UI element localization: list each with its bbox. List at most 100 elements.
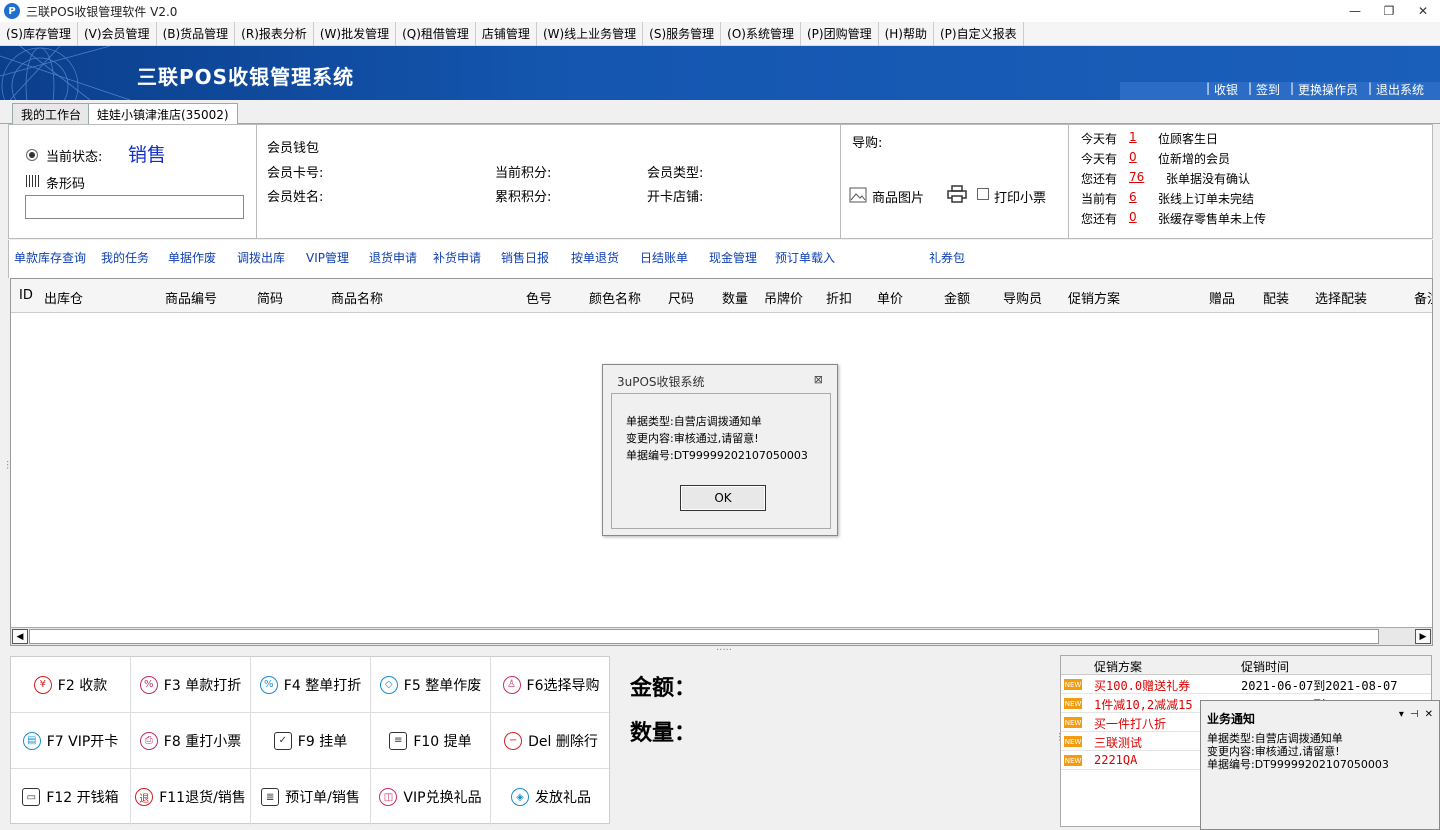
stat-new-member-count[interactable]: 0: [1129, 150, 1137, 164]
f3-item-discount-button[interactable]: % F3 单款打折: [131, 657, 251, 713]
stat-birthday-count[interactable]: 1: [1129, 130, 1137, 144]
close-window-button[interactable]: ✕: [1406, 0, 1440, 22]
menu-member[interactable]: (V)会员管理: [78, 21, 157, 46]
f4-order-discount-button[interactable]: % F4 整单打折: [251, 657, 371, 713]
menu-system[interactable]: (O)系统管理: [721, 21, 801, 46]
restore-button[interactable]: ❐: [1372, 0, 1406, 22]
f11-return-sale-button[interactable]: 退 F11退货/销售: [131, 769, 251, 825]
cashier-link[interactable]: 收银: [1200, 81, 1242, 98]
splitter-grip-icon[interactable]: ·····: [716, 645, 732, 656]
col-unit-price[interactable]: 单价: [877, 288, 903, 307]
col-tag-price[interactable]: 吊牌价: [764, 288, 803, 307]
menu-store[interactable]: 店铺管理: [476, 21, 537, 46]
link-daily-bill[interactable]: 日结账单: [640, 249, 688, 266]
dialog-ok-button[interactable]: OK: [680, 485, 766, 511]
link-return-by-doc[interactable]: 按单退货: [571, 249, 619, 266]
barcode-input[interactable]: [25, 195, 244, 219]
menu-reports[interactable]: (R)报表分析: [235, 21, 314, 46]
minimize-button[interactable]: —: [1338, 0, 1372, 22]
f8-reprint-button[interactable]: ⎙ F8 重打小票: [131, 713, 251, 769]
system-title: 三联POS收银管理系统: [137, 65, 355, 89]
col-select-kit[interactable]: 选择配装: [1315, 288, 1367, 307]
menu-help[interactable]: (H)帮助: [879, 21, 934, 46]
status-radio-icon[interactable]: [26, 149, 38, 161]
col-gift[interactable]: 赠品: [1209, 288, 1235, 307]
pin-icon[interactable]: ⊣: [1410, 709, 1419, 720]
f9-hold-button[interactable]: ✓ F9 挂单: [251, 713, 371, 769]
col-size[interactable]: 尺码: [668, 288, 694, 307]
col-warehouse[interactable]: 出库仓: [44, 288, 83, 307]
exit-system-link[interactable]: 退出系统: [1362, 81, 1428, 98]
document-icon: ≡: [389, 731, 408, 750]
menu-online[interactable]: (W)线上业务管理: [537, 21, 644, 46]
col-product-name[interactable]: 商品名称: [331, 288, 383, 307]
col-product-code[interactable]: 商品编号: [165, 288, 217, 307]
menu-groupbuy[interactable]: (P)团购管理: [801, 21, 879, 46]
col-remark[interactable]: 备注: [1414, 288, 1432, 307]
col-amount[interactable]: 金额: [944, 288, 970, 307]
menu-wholesale[interactable]: (W)批发管理: [314, 21, 397, 46]
menu-service[interactable]: (S)服务管理: [643, 21, 722, 46]
stat-cached-count[interactable]: 0: [1129, 210, 1137, 224]
switch-operator-link[interactable]: 更换操作员: [1284, 81, 1362, 98]
print-receipt-checkbox[interactable]: [977, 188, 989, 200]
dropdown-icon[interactable]: ▾: [1399, 709, 1404, 720]
vip-redeem-gift-button[interactable]: ◫ VIP兑换礼品: [371, 769, 491, 825]
link-daily-sales[interactable]: 销售日报: [501, 249, 549, 266]
link-void-doc[interactable]: 单据作废: [168, 249, 216, 266]
stat-post: 张缓存零售单未上传: [1158, 212, 1267, 226]
menu-inventory[interactable]: (S)库存管理: [0, 21, 78, 46]
f5-void-order-button[interactable]: ◇ F5 整单作废: [371, 657, 491, 713]
link-return-request[interactable]: 退货申请: [369, 249, 417, 266]
menu-rental[interactable]: (Q)租借管理: [396, 21, 476, 46]
link-load-preorder[interactable]: 预订单载入: [775, 249, 835, 266]
link-coupon-pack[interactable]: 礼券包: [929, 249, 965, 266]
f6-select-guide-button[interactable]: ♙ F6选择导购: [491, 657, 611, 713]
col-qty[interactable]: 数量: [722, 288, 748, 307]
f10-retrieve-button[interactable]: ≡ F10 提单: [371, 713, 491, 769]
dialog-doc-type: 单据类型:自营店调拨通知单: [626, 415, 762, 428]
stat-online-order-count[interactable]: 6: [1129, 190, 1137, 204]
printer-icon[interactable]: [947, 185, 967, 203]
product-image-label[interactable]: 商品图片: [872, 187, 924, 206]
f2-collect-button[interactable]: ¥ F2 收款: [11, 657, 131, 713]
scroll-left-icon[interactable]: ◀: [12, 629, 28, 644]
f12-open-drawer-button[interactable]: ▭ F12 开钱箱: [11, 769, 131, 825]
col-discount[interactable]: 折扣: [826, 288, 852, 307]
tab-workbench[interactable]: 我的工作台: [12, 103, 91, 124]
scroll-right-icon[interactable]: ▶: [1415, 629, 1431, 644]
issue-gift-button[interactable]: ◈ 发放礼品: [491, 769, 611, 825]
link-cash-manage[interactable]: 现金管理: [709, 249, 757, 266]
col-kit[interactable]: 配装: [1263, 288, 1289, 307]
link-my-tasks[interactable]: 我的任务: [101, 249, 149, 266]
window-title: 三联POS收银管理软件 V2.0: [26, 4, 178, 19]
stat-unconfirmed-count[interactable]: 76: [1129, 170, 1144, 184]
checkin-link[interactable]: 签到: [1242, 81, 1284, 98]
menu-custom-report[interactable]: (P)自定义报表: [934, 21, 1024, 46]
dialog-close-icon[interactable]: ⊠: [814, 373, 823, 386]
stat-pre: 您还有: [1081, 212, 1118, 226]
promotion-row[interactable]: NEW 买100.0赠送礼券 2021-06-07到2021-08-07: [1061, 675, 1431, 694]
link-transfer-out[interactable]: 调拨出库: [237, 249, 285, 266]
link-vip-manage[interactable]: VIP管理: [306, 249, 349, 266]
list-icon: ≣: [261, 788, 280, 806]
link-restock-request[interactable]: 补货申请: [433, 249, 481, 266]
preorder-sale-button[interactable]: ≣ 预订单/销售: [251, 769, 371, 825]
close-icon[interactable]: ✕: [1425, 709, 1433, 720]
col-promotion[interactable]: 促销方案: [1068, 288, 1120, 307]
horizontal-scrollbar[interactable]: ◀ ▶: [11, 627, 1432, 645]
grid-header: ID 出库仓 商品编号 简码 商品名称 色号 颜色名称 尺码 数量 吊牌价 折扣…: [11, 279, 1432, 313]
globe-graphic-icon: [0, 46, 130, 100]
col-color-name[interactable]: 颜色名称: [589, 288, 641, 307]
del-delete-row-button[interactable]: − Del 删除行: [491, 713, 611, 769]
col-short-code[interactable]: 简码: [257, 288, 283, 307]
col-color-no[interactable]: 色号: [526, 288, 552, 307]
link-stock-query[interactable]: 单款库存查询: [14, 249, 86, 266]
splitter-grip-icon[interactable]: ···: [1, 460, 12, 470]
col-id[interactable]: ID: [19, 288, 33, 303]
tab-store[interactable]: 娃娃小镇津淮店(35002): [88, 103, 238, 125]
f7-vip-card-button[interactable]: ▤ F7 VIP开卡: [11, 713, 131, 769]
scroll-thumb[interactable]: [29, 629, 1379, 644]
menu-goods[interactable]: (B)货品管理: [157, 21, 236, 46]
col-salesperson[interactable]: 导购员: [1003, 288, 1042, 307]
